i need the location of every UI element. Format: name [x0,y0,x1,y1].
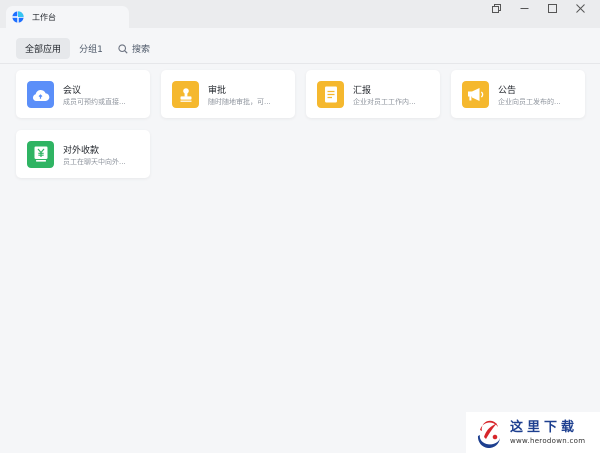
app-card-approval[interactable]: 审批 随时随地审批，可... [161,70,295,118]
app-icon-bg [27,81,54,108]
search-icon [118,43,128,54]
app-description: 企业对员工工作内... [353,98,416,106]
site-watermark: 这里下载 www.herodown.com [466,412,600,453]
watermark-chinese: 这里下载 [510,419,579,435]
minimize-button[interactable] [510,0,538,16]
app-description: 成员可预约或直接... [63,98,126,106]
app-icon-bg [27,141,54,168]
app-card-report[interactable]: 汇报 企业对员工工作内... [306,70,440,118]
document-icon [324,86,337,103]
app-title: 会议 [63,86,82,96]
tab-workbench[interactable]: 工作台 [6,6,129,28]
close-icon [575,3,585,13]
app-description: 员工在聊天中向外... [63,158,126,166]
app-card-announcement[interactable]: 公告 企业向员工发布的... [451,70,585,118]
watermark-url: www.herodown.com [510,436,586,445]
window-controls [482,0,594,16]
app-description: 随时随地审批，可... [208,98,271,106]
search-label: 搜索 [132,45,151,55]
search-button[interactable]: 搜索 [118,38,150,59]
workbench-logo-icon [12,11,24,23]
app-icon-bg [462,81,489,108]
maximize-icon [547,3,557,13]
app-card-external-payment[interactable]: 对外收款 员工在聊天中向外... [16,130,150,178]
app-icon-bg [172,81,199,108]
herodown-logo-icon [477,420,500,448]
cloud-icon [32,89,50,101]
restore-window-button[interactable] [482,0,510,16]
tab-title: 工作台 [32,12,56,22]
app-description: 企业向员工发布的... [498,98,561,106]
app-title: 审批 [208,86,227,96]
title-bar: 工作台 [0,0,600,28]
stamp-icon [180,87,191,102]
restore-window-icon [491,3,501,13]
maximize-button[interactable] [538,0,566,16]
app-icon-bg [317,81,344,108]
tab-all-apps[interactable]: 全部应用 [16,38,70,59]
close-button[interactable] [566,0,594,16]
minimize-icon [520,7,528,9]
app-title: 对外收款 [63,146,100,156]
yuan-icon [34,146,47,162]
app-title: 公告 [498,86,517,96]
app-card-meeting[interactable]: 会议 成员可预约或直接... [16,70,150,118]
app-group-bar: 全部应用 分组1 搜索 [0,28,600,64]
app-title: 汇报 [353,86,372,96]
megaphone-icon [467,88,483,101]
tab-group-1[interactable]: 分组1 [75,38,107,59]
watermark-text: 这里下载 www.herodown.com [510,420,585,446]
